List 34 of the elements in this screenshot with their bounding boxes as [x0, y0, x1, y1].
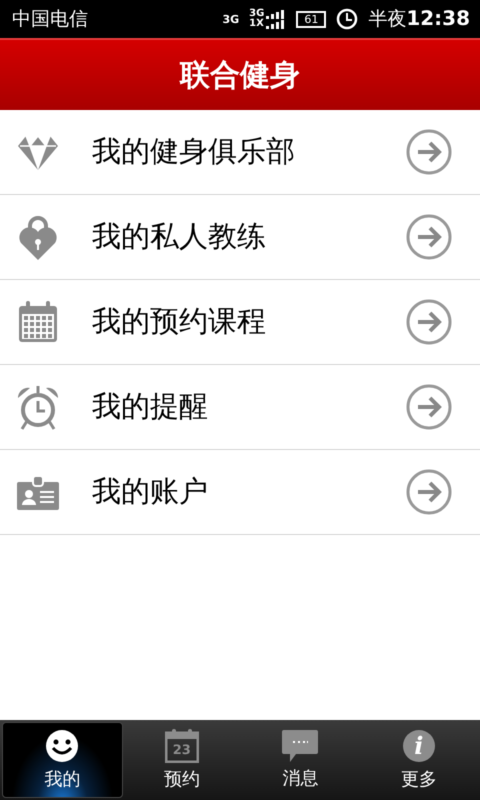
battery-indicator: 61 — [296, 10, 326, 28]
id-card-icon — [17, 474, 59, 510]
menu-item[interactable]: 我的提醒 — [0, 365, 480, 450]
calendar-icon: 23 — [164, 729, 200, 763]
data-type-label: 1X — [249, 19, 264, 29]
tab[interactable]: 我的 — [2, 722, 122, 798]
arrow-right-icon — [406, 384, 452, 430]
chat-bubble-icon — [282, 730, 318, 762]
carrier-name: 中国电信 — [12, 7, 89, 32]
menu-item[interactable]: 我的预约课程 — [0, 280, 480, 365]
tab[interactable]: 消息 — [241, 722, 360, 798]
time-period: 半夜 — [368, 8, 406, 30]
calendar-icon — [18, 301, 58, 343]
data-type-label: 3G — [249, 9, 264, 19]
smiley-icon — [45, 729, 80, 763]
heart-lock-icon — [18, 214, 58, 260]
signal-bars-icon — [266, 20, 286, 28]
arrow-right-icon — [406, 214, 452, 260]
arrow-right-icon — [406, 299, 452, 345]
clock-time: 12:38 — [406, 6, 470, 30]
clock-icon — [336, 8, 358, 30]
page-title: 联合健身 — [180, 56, 300, 94]
info-icon: i — [400, 729, 437, 763]
signal-bars-icon — [266, 10, 286, 18]
arrow-right-icon — [406, 129, 452, 175]
alarm-clock-icon — [16, 384, 60, 430]
diamond-icon — [18, 134, 58, 170]
menu-item[interactable]: 我的健身俱乐部 — [0, 110, 480, 195]
tab[interactable]: 23 预约 — [122, 722, 241, 798]
network-indicator: 3G — [222, 12, 240, 26]
menu-item[interactable]: 我的账户 — [0, 450, 480, 535]
menu-item[interactable]: 我的私人教练 — [0, 195, 480, 280]
arrow-right-icon — [406, 469, 452, 515]
tab[interactable]: i 更多 — [360, 722, 478, 798]
